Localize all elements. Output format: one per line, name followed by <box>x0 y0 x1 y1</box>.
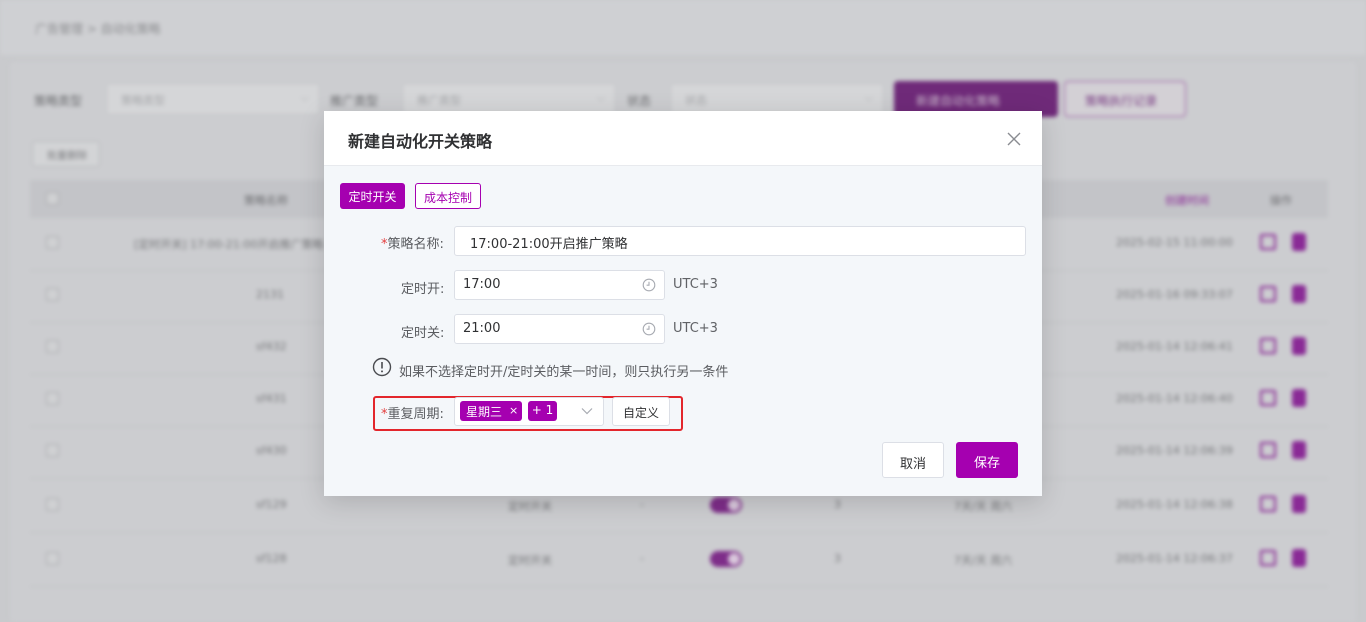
row-name: sf431 <box>256 392 287 405</box>
row-checkbox[interactable] <box>46 552 59 565</box>
delete-icon[interactable] <box>1292 441 1306 459</box>
row-checkbox[interactable] <box>46 392 59 405</box>
row-time: 2025-01-14 12:06:40 <box>1116 392 1233 405</box>
dialog-title: 新建自动化开关策略 <box>348 132 493 151</box>
custom-cycle-button[interactable]: 自定义 <box>612 397 670 426</box>
dialog-header: 新建自动化开关策略 <box>324 111 1042 166</box>
chevron-down-icon <box>581 408 593 415</box>
row-dash: - <box>640 552 644 565</box>
edit-icon[interactable] <box>1260 496 1276 512</box>
row-time: 2025-01-14 12:06:41 <box>1116 340 1233 353</box>
edit-icon[interactable] <box>1260 286 1276 302</box>
off-time-timezone: UTC+3 <box>673 321 718 336</box>
delete-icon[interactable] <box>1292 233 1306 251</box>
row-checkbox[interactable] <box>46 236 59 249</box>
filter-select-strategy-type[interactable]: 策略类型 ⌵ <box>106 83 320 115</box>
on-time-picker[interactable]: 17:00 <box>454 270 665 300</box>
top-bar: 广告管理 > 自动化策略 <box>0 0 1366 55</box>
info-icon <box>372 357 392 377</box>
tag-close-icon[interactable]: × <box>509 404 518 418</box>
strategy-name-label: *策略名称: <box>381 237 444 252</box>
repeat-cycle-select[interactable]: 星期三 × + 1 <box>454 397 604 426</box>
tab-cost-control[interactable]: 成本控制 <box>415 183 481 209</box>
row-toggle[interactable] <box>710 497 742 513</box>
strategy-name-input[interactable]: 17:00-21:00开启推广策略 <box>454 226 1026 256</box>
breadcrumb: 广告管理 > 自动化策略 <box>35 22 161 36</box>
delete-icon[interactable] <box>1292 389 1306 407</box>
off-time-label: 定时关: <box>401 326 445 341</box>
new-strategy-dialog: 新建自动化开关策略 定时开关 成本控制 <box>324 111 1042 496</box>
delete-icon[interactable] <box>1292 337 1306 355</box>
chevron-down-icon: ⌵ <box>864 91 873 104</box>
row-schedule: 7天/天 周六 <box>954 500 1013 513</box>
row-time: 2025-01-14 12:06:38 <box>1116 498 1233 511</box>
more-tags-badge: + 1 <box>528 401 557 421</box>
execution-log-button[interactable]: 策略执行记录 <box>1064 81 1186 117</box>
table-header-name: 策略名称 <box>244 194 288 207</box>
delete-icon[interactable] <box>1292 549 1306 567</box>
edit-icon[interactable] <box>1260 550 1276 566</box>
row-type: 定时开关 <box>508 500 552 513</box>
row-checkbox[interactable] <box>46 288 59 301</box>
clock-icon <box>642 278 656 292</box>
row-time: 2025-02-15 11:00:00 <box>1116 236 1233 249</box>
close-icon <box>1007 132 1021 146</box>
filter-label-status: 状态 <box>627 94 652 108</box>
row-time: 2025-01-16 09:33:07 <box>1116 288 1233 301</box>
delete-icon[interactable] <box>1292 495 1306 513</box>
on-time-label: 定时开: <box>401 282 445 297</box>
save-button[interactable]: 保存 <box>956 442 1018 478</box>
row-count: 3 <box>834 498 841 511</box>
row-checkbox[interactable] <box>46 444 59 457</box>
row-name: sf432 <box>256 340 287 353</box>
row-name: 2131 <box>256 288 284 301</box>
row-count: 3 <box>834 552 841 565</box>
row-name: [定时开关] 17:00-21:00开启推广策略 <box>134 238 324 251</box>
cancel-button[interactable]: 取消 <box>882 442 944 478</box>
row-checkbox[interactable] <box>46 340 59 353</box>
off-time-picker[interactable]: 21:00 <box>454 314 665 344</box>
repeat-cycle-label: *重复周期: <box>381 407 444 422</box>
row-schedule: 7天/天 周六 <box>954 554 1013 567</box>
row-dash: - <box>640 498 644 511</box>
row-name: sf128 <box>256 552 287 565</box>
clock-icon <box>642 322 656 336</box>
chevron-down-icon: ⌵ <box>596 91 605 104</box>
tab-scheduled-switch[interactable]: 定时开关 <box>340 183 405 209</box>
row-toggle[interactable] <box>710 551 742 567</box>
row-name: sf129 <box>256 498 287 511</box>
edit-icon[interactable] <box>1260 390 1276 406</box>
schedule-hint-text: 如果不选择定时开/定时关的某一时间，则只执行另一条件 <box>399 365 729 380</box>
close-button[interactable] <box>1002 127 1026 151</box>
row-time: 2025-01-14 12:06:39 <box>1116 444 1233 457</box>
row-time: 2025-01-14 12:06:37 <box>1116 552 1233 565</box>
table-row: sf128 定时开关 - 3 7天/天 周六 2025-01-14 12:06:… <box>30 534 1328 587</box>
edit-icon[interactable] <box>1260 338 1276 354</box>
table-header-created[interactable]: 创建时间 <box>1165 192 1209 208</box>
chevron-down-icon: ⌵ <box>300 91 309 104</box>
table-header-actions: 操作 <box>1270 194 1292 207</box>
select-all-checkbox[interactable] <box>46 192 59 205</box>
on-time-timezone: UTC+3 <box>673 277 718 292</box>
edit-icon[interactable] <box>1260 442 1276 458</box>
row-checkbox[interactable] <box>46 498 59 511</box>
filter-label-promo-type: 推广类型 <box>330 94 379 108</box>
filter-label-strategy-type: 策略类型 <box>34 94 83 108</box>
weekday-tag: 星期三 × <box>460 401 522 421</box>
row-name: sf430 <box>256 444 287 457</box>
delete-icon[interactable] <box>1292 285 1306 303</box>
row-type: 定时开关 <box>508 554 552 567</box>
batch-delete-button[interactable]: 批量删除 <box>32 141 100 167</box>
edit-icon[interactable] <box>1260 234 1276 250</box>
